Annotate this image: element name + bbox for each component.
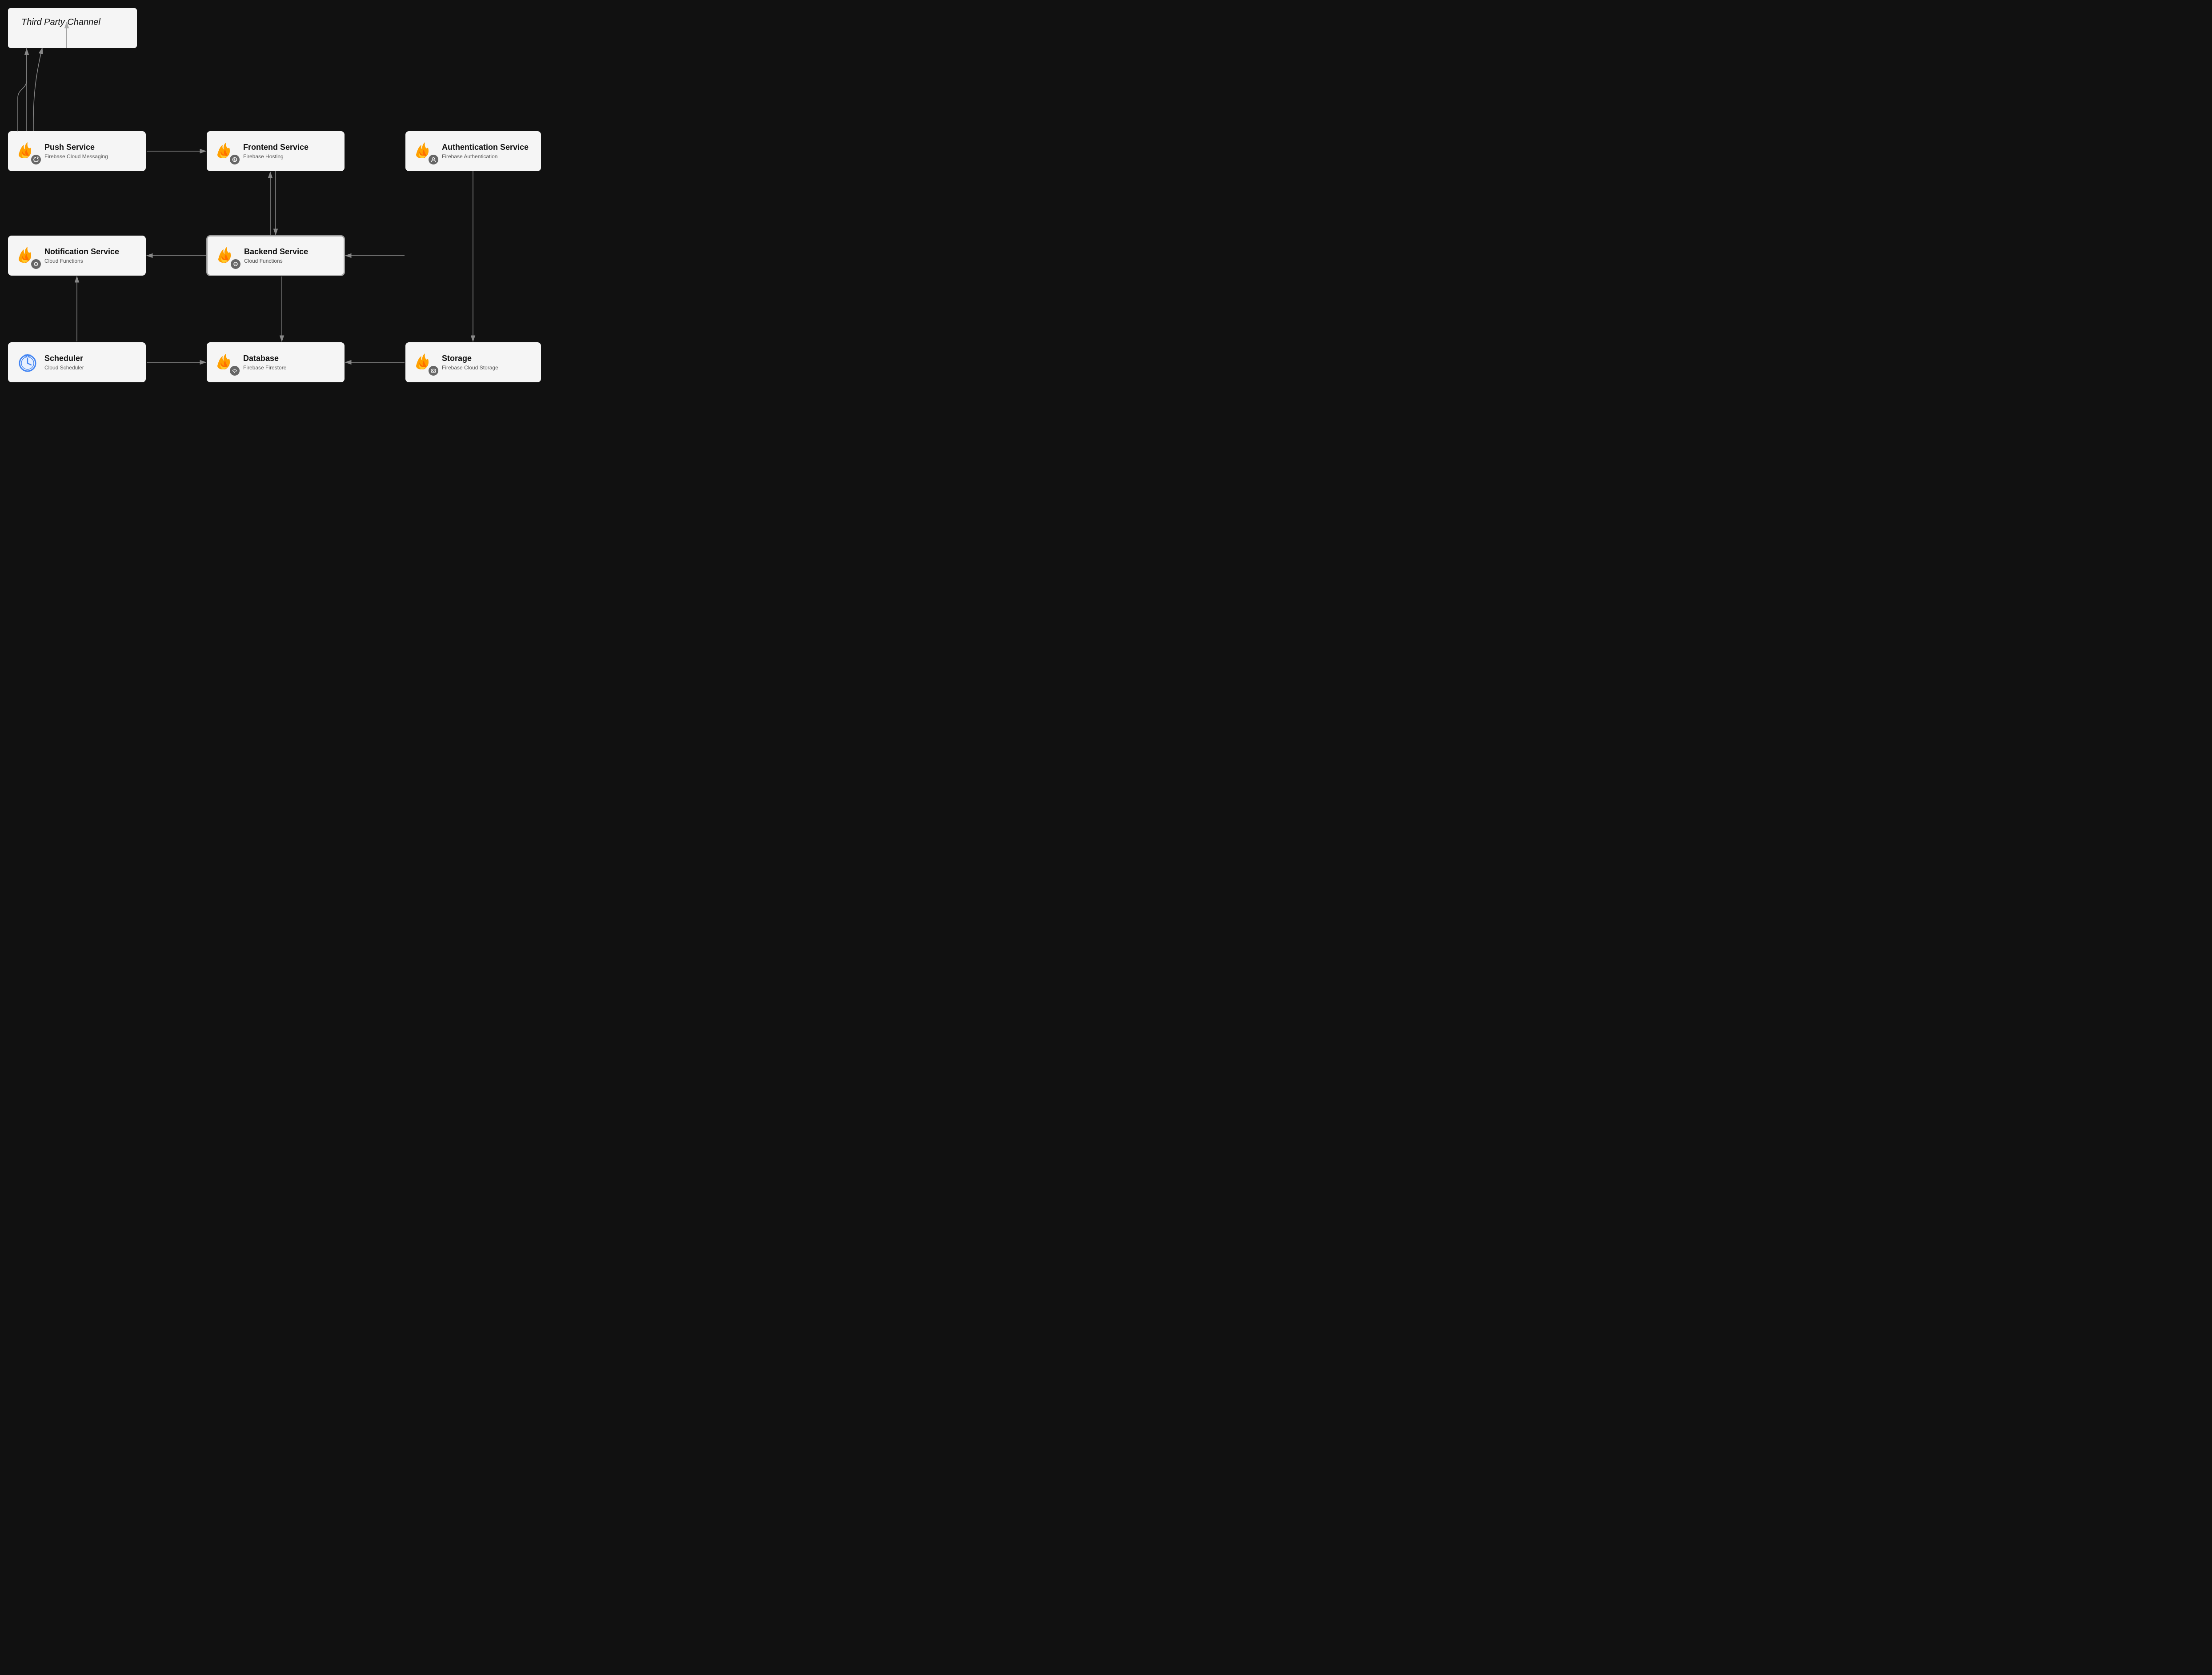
push-service-title: Push Service	[44, 143, 108, 152]
backend-service-title: Backend Service	[244, 247, 308, 257]
storage-title: Storage	[442, 354, 498, 364]
push-service-icon	[15, 139, 40, 164]
notification-service-icon	[15, 243, 40, 268]
backend-service-badge	[231, 259, 240, 269]
third-party-channel-title: Third Party Channel	[21, 17, 100, 27]
storage-badge	[429, 366, 438, 376]
frontend-service-badge	[230, 155, 240, 164]
scheduler-card: Scheduler Cloud Scheduler	[8, 342, 146, 382]
storage-subtitle: Firebase Cloud Storage	[442, 365, 498, 371]
storage-icon	[413, 350, 437, 375]
push-service-subtitle: Firebase Cloud Messaging	[44, 153, 108, 160]
frontend-service-card: Frontend Service Firebase Hosting	[207, 131, 345, 171]
database-title: Database	[243, 354, 286, 364]
auth-service-icon	[413, 139, 437, 164]
push-service-card: Push Service Firebase Cloud Messaging	[8, 131, 146, 171]
notification-service-card: Notification Service Cloud Functions	[8, 236, 146, 276]
scheduler-title: Scheduler	[44, 354, 84, 364]
frontend-service-text: Frontend Service Firebase Hosting	[243, 143, 309, 160]
database-icon	[214, 350, 239, 375]
backend-service-subtitle: Cloud Functions	[244, 258, 308, 264]
backend-service-card: Backend Service Cloud Functions	[207, 236, 345, 276]
database-text: Database Firebase Firestore	[243, 354, 286, 371]
push-service-text: Push Service Firebase Cloud Messaging	[44, 143, 108, 160]
backend-service-text: Backend Service Cloud Functions	[244, 247, 308, 264]
scheduler-text: Scheduler Cloud Scheduler	[44, 354, 84, 371]
storage-text: Storage Firebase Cloud Storage	[442, 354, 498, 371]
auth-service-subtitle: Firebase Authentication	[442, 153, 529, 160]
backend-service-icon	[215, 243, 240, 268]
notification-service-title: Notification Service	[44, 247, 119, 257]
architecture-diagram: Third Party Channel Push Service Firebas…	[0, 0, 553, 419]
notification-service-badge	[31, 259, 41, 269]
frontend-service-icon	[214, 139, 239, 164]
auth-service-card: Authentication Service Firebase Authenti…	[405, 131, 541, 171]
database-subtitle: Firebase Firestore	[243, 365, 286, 371]
notification-service-text: Notification Service Cloud Functions	[44, 247, 119, 264]
frontend-service-title: Frontend Service	[243, 143, 309, 152]
notification-service-subtitle: Cloud Functions	[44, 258, 119, 264]
database-badge	[230, 366, 240, 376]
auth-service-title: Authentication Service	[442, 143, 529, 152]
auth-service-text: Authentication Service Firebase Authenti…	[442, 143, 529, 160]
third-party-channel-card: Third Party Channel	[8, 8, 137, 48]
push-service-badge	[31, 155, 41, 164]
scheduler-subtitle: Cloud Scheduler	[44, 365, 84, 371]
scheduler-icon	[15, 350, 40, 375]
database-card: Database Firebase Firestore	[207, 342, 345, 382]
auth-service-badge	[429, 155, 438, 164]
frontend-service-subtitle: Firebase Hosting	[243, 153, 309, 160]
storage-card: Storage Firebase Cloud Storage	[405, 342, 541, 382]
